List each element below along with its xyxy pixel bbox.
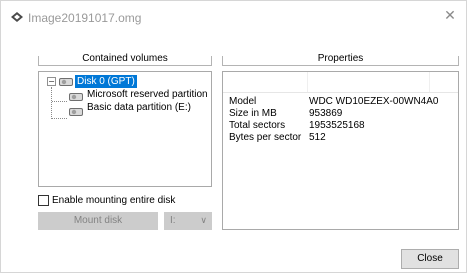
tree-line xyxy=(51,87,52,119)
tree-line xyxy=(52,101,67,102)
tree-item-label: Basic data partition (E:) xyxy=(87,102,191,113)
volumes-tree[interactable]: − Disk 0 (GPT) Microsoft reserved partit… xyxy=(38,71,212,187)
partition-icon xyxy=(69,108,83,116)
disk-icon xyxy=(59,78,73,86)
properties-list: Model WDC WD10EZEX-00WN4A0 Size in MB 95… xyxy=(222,71,459,230)
window-title: Image20191017.omg xyxy=(28,11,142,25)
drive-letter-select[interactable]: I: ∨ xyxy=(164,212,212,230)
close-icon[interactable]: ✕ xyxy=(442,8,458,24)
app-icon xyxy=(11,12,23,22)
dialog-window: Image20191017.omg ✕ Contained volumes − … xyxy=(0,0,467,273)
enable-mounting-entire-disk-checkbox[interactable] xyxy=(38,195,49,206)
mount-disk-button[interactable]: Mount disk xyxy=(38,212,158,230)
tree-item-label: Microsoft reserved partition xyxy=(87,89,208,100)
property-value: 512 xyxy=(309,132,326,143)
property-key: Bytes per sector xyxy=(229,132,302,143)
collapse-icon[interactable]: − xyxy=(47,77,56,86)
tree-line xyxy=(52,118,67,119)
column-divider xyxy=(307,72,308,92)
contained-volumes-header: Contained volumes xyxy=(38,53,212,66)
properties-header: Properties xyxy=(222,53,459,66)
tree-item-label: Disk 0 (GPT) xyxy=(75,75,137,88)
enable-mounting-entire-disk-label: Enable mounting entire disk xyxy=(52,195,176,206)
list-header-divider xyxy=(223,92,458,93)
close-button[interactable]: Close xyxy=(401,249,459,269)
drive-letter-value: I: xyxy=(170,215,176,226)
column-divider xyxy=(429,72,430,92)
title-bar: Image20191017.omg ✕ xyxy=(1,1,466,33)
partition-icon xyxy=(69,93,83,101)
chevron-down-icon: ∨ xyxy=(200,216,207,226)
